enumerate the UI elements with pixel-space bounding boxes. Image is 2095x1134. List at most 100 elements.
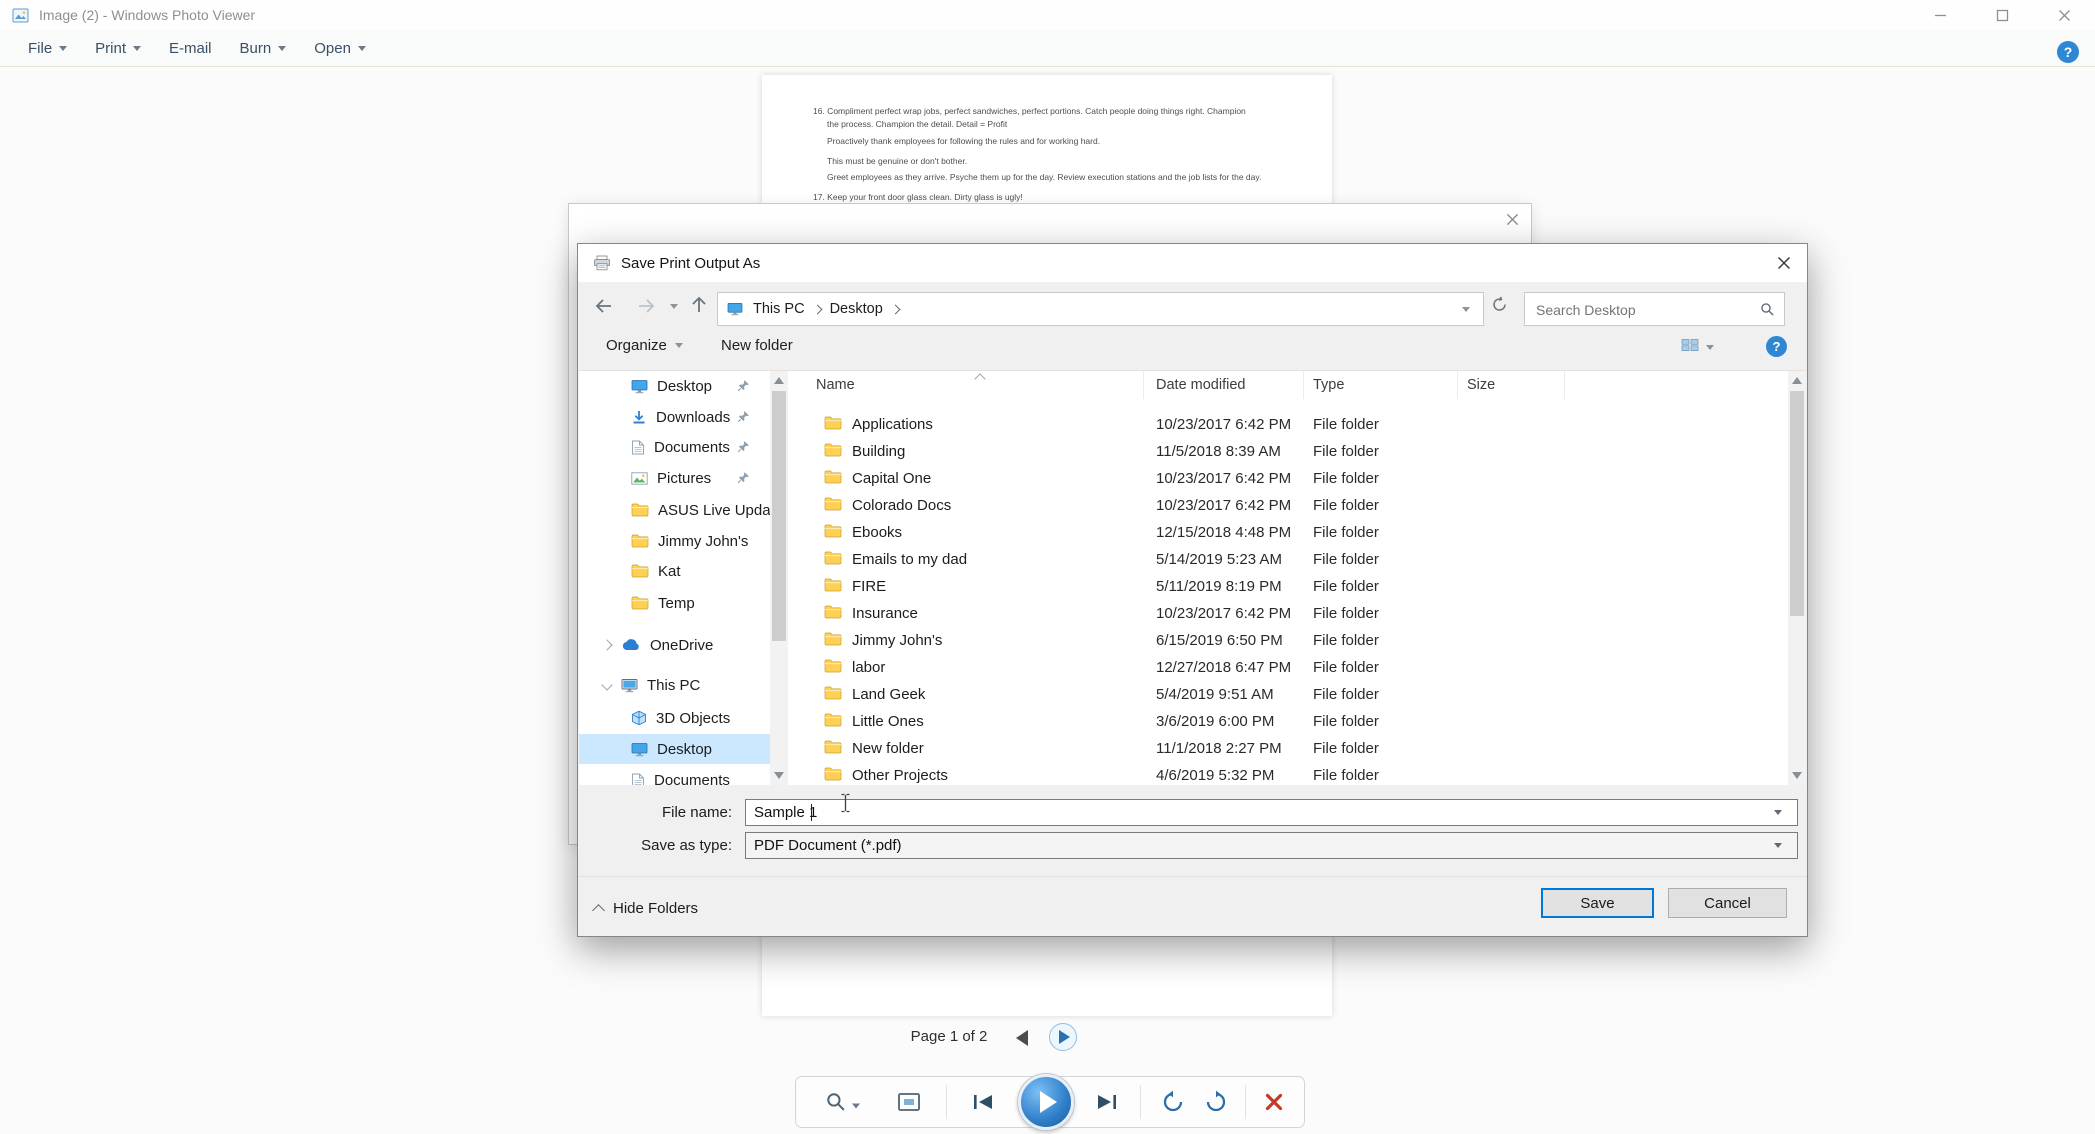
sidebar-item-this-pc[interactable]: This PC (579, 670, 770, 700)
save-button[interactable]: Save (1541, 888, 1654, 918)
search-input[interactable] (1534, 295, 1743, 325)
column-header-date-modified[interactable]: Date modified (1144, 371, 1304, 399)
dialog-title: Save Print Output As (621, 254, 761, 272)
sidebar-item-documents[interactable]: Documents (579, 432, 770, 462)
actual-size-icon[interactable] (897, 1092, 921, 1112)
menu-burn[interactable]: Burn (226, 30, 301, 66)
next-page-button[interactable] (1049, 1023, 1077, 1051)
sidebar-item-onedrive[interactable]: OneDrive (579, 630, 770, 660)
file-list-scrollbar[interactable] (1788, 371, 1806, 785)
file-row-land-geek[interactable]: Land Geek 5/4/2019 9:51 AM File folder (788, 681, 1788, 708)
sidebar-item-kat[interactable]: Kat (579, 556, 770, 586)
hide-folders-button[interactable]: Hide Folders (592, 894, 698, 922)
breadcrumb-item-desktop[interactable]: Desktop (830, 301, 883, 317)
chevron-right-icon[interactable] (601, 639, 613, 651)
menu-open[interactable]: Open (300, 30, 380, 66)
sidebar-item-3d-objects[interactable]: 3D Objects (579, 703, 770, 733)
sidebar-item-jimmy-john-s[interactable]: Jimmy John's (579, 526, 770, 556)
file-row-building[interactable]: Building 11/5/2018 8:39 AM File folder (788, 438, 1788, 465)
file-name-dropdown-icon[interactable] (1774, 810, 1782, 815)
refresh-icon[interactable] (1491, 296, 1508, 313)
file-row-little-ones[interactable]: Little Ones 3/6/2019 6:00 PM File folder (788, 708, 1788, 735)
menu-e-mail[interactable]: E-mail (155, 30, 226, 66)
breadcrumb: This PC Desktop (753, 301, 908, 317)
sidebar-item-label: Pictures (657, 469, 712, 487)
save-as-type-dropdown-icon[interactable] (1774, 843, 1782, 848)
minimize-button[interactable] (1909, 0, 1971, 30)
chevron-down-icon[interactable] (601, 679, 613, 691)
sidebar-item-documents[interactable]: Documents (579, 765, 770, 785)
scroll-down-icon[interactable] (774, 772, 784, 779)
rotate-clockwise-icon[interactable] (1204, 1090, 1228, 1114)
file-row-capital-one[interactable]: Capital One 10/23/2017 6:42 PM File folder (788, 465, 1788, 492)
folder-icon (824, 524, 842, 538)
file-row-emails-to-my-dad[interactable]: Emails to my dad 5/14/2019 5:23 AM File fo… (788, 546, 1788, 573)
menu-file[interactable]: File (14, 30, 81, 66)
breadcrumb-item-this-pc[interactable]: This PC (753, 301, 805, 317)
close-button[interactable] (2033, 0, 2095, 30)
folder-icon (824, 659, 842, 673)
sidebar-item-label: This PC (647, 676, 701, 694)
column-header-size[interactable]: Size (1458, 371, 1565, 399)
file-row-labor[interactable]: labor 12/27/2018 6:47 PM File folder (788, 654, 1788, 681)
file-name-input[interactable] (745, 799, 1798, 826)
chevron-right-icon[interactable] (890, 304, 901, 314)
zoom-icon[interactable] (826, 1092, 847, 1113)
dialog-close-button[interactable] (1761, 244, 1807, 282)
next-image-icon[interactable] (1096, 1094, 1118, 1110)
column-header-type[interactable]: Type (1304, 371, 1458, 399)
play-slideshow-button[interactable] (1018, 1074, 1074, 1130)
file-row-insurance[interactable]: Insurance 10/23/2017 6:42 PM File folder (788, 600, 1788, 627)
sidebar-item-downloads[interactable]: Downloads (579, 402, 770, 432)
sidebar-item-pictures[interactable]: Pictures (579, 463, 770, 493)
up-icon[interactable] (691, 296, 707, 314)
file-row-other-projects[interactable]: Other Projects 4/6/2019 5:32 PM File folde… (788, 762, 1788, 785)
address-bar[interactable]: This PC Desktop (717, 292, 1484, 326)
pin-icon[interactable] (737, 410, 750, 423)
zoom-dropdown-icon[interactable] (852, 1103, 860, 1109)
file-row-ebooks[interactable]: Ebooks 12/15/2018 4:48 PM File folder (788, 519, 1788, 546)
dialog-help-icon[interactable]: ? (1766, 336, 1787, 357)
change-view-button[interactable] (1681, 338, 1714, 357)
rotate-counterclockwise-icon[interactable] (1161, 1090, 1185, 1114)
folder-icon (824, 497, 842, 511)
recent-locations-dropdown-icon[interactable] (670, 304, 678, 309)
sidebar-item-asus-live-update[interactable]: ASUS Live Update (579, 495, 770, 525)
help-icon[interactable]: ? (2057, 41, 2079, 63)
address-dropdown-icon[interactable] (1462, 306, 1470, 312)
search-icon[interactable] (1760, 302, 1775, 317)
previous-page-icon[interactable] (1016, 1030, 1028, 1046)
scroll-up-icon[interactable] (774, 377, 784, 384)
file-row-colorado-docs[interactable]: Colorado Docs 10/23/2017 6:42 PM File fold… (788, 492, 1788, 519)
file-row-fire[interactable]: FIRE 5/11/2019 8:19 PM File folder (788, 573, 1788, 600)
delete-icon[interactable] (1264, 1092, 1284, 1112)
maximize-button[interactable] (1971, 0, 2033, 30)
file-row-applications[interactable]: Applications 10/23/2017 6:42 PM File folde… (788, 411, 1788, 438)
pin-icon[interactable] (737, 440, 750, 453)
previous-image-icon[interactable] (972, 1094, 994, 1110)
scroll-down-icon[interactable] (1792, 772, 1802, 779)
pin-icon[interactable] (737, 471, 750, 484)
pin-icon[interactable] (737, 379, 750, 392)
back-icon[interactable] (594, 298, 614, 314)
scrollbar-thumb[interactable] (1790, 391, 1804, 616)
column-header-name[interactable]: Name (788, 371, 1144, 399)
sidebar-item-desktop[interactable]: Desktop (579, 371, 770, 401)
file-row-new-folder[interactable]: New folder 11/1/2018 2:27 PM File folder (788, 735, 1788, 762)
save-as-type-select[interactable]: PDF Document (*.pdf) (745, 832, 1798, 859)
organize-button[interactable]: Organize (606, 337, 683, 354)
menu-print[interactable]: Print (81, 30, 155, 66)
sidebar-scrollbar[interactable] (770, 371, 788, 785)
forward-icon[interactable] (636, 298, 656, 314)
cancel-button[interactable]: Cancel (1668, 888, 1787, 918)
background-dialog-close-icon[interactable] (1506, 213, 1519, 226)
file-name: Insurance (852, 605, 918, 622)
chevron-right-icon[interactable] (812, 304, 823, 314)
scrollbar-thumb[interactable] (772, 391, 786, 641)
scroll-up-icon[interactable] (1792, 377, 1802, 384)
sidebar-item-desktop[interactable]: Desktop (579, 734, 770, 764)
file-row-jimmy-john-s[interactable]: Jimmy John's 6/15/2019 6:50 PM File folder (788, 627, 1788, 654)
sidebar-item-temp[interactable]: Temp (579, 588, 770, 618)
sidebar-item-label: Kat (658, 562, 681, 580)
new-folder-button[interactable]: New folder (721, 337, 793, 354)
